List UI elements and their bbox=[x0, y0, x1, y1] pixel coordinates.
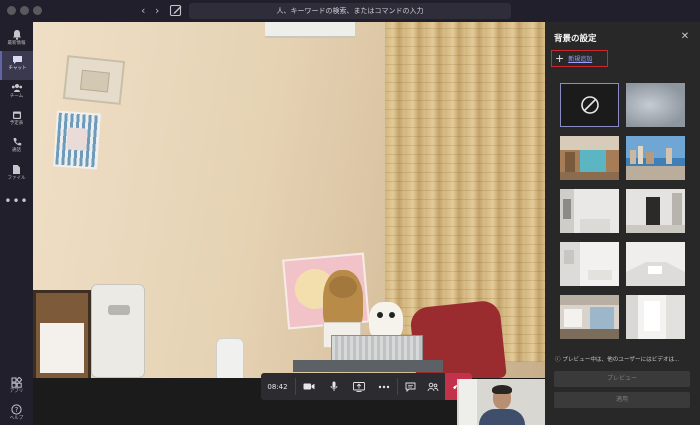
microphone-icon bbox=[330, 381, 338, 391]
divider bbox=[397, 378, 398, 395]
self-view-person bbox=[479, 409, 525, 425]
bell-icon bbox=[12, 30, 21, 40]
show-participants-button[interactable] bbox=[422, 373, 444, 400]
minimize-window-button[interactable] bbox=[20, 6, 29, 15]
wall-switch bbox=[62, 55, 126, 105]
background-option-blur[interactable] bbox=[626, 83, 685, 127]
call-controls: 08:42 bbox=[261, 373, 472, 400]
background-option-city-skyline[interactable] bbox=[626, 136, 685, 180]
title-bar: ‹ › 人、キーワードの検索、またはコマンドの入力 bbox=[0, 0, 700, 22]
rail-label: アプリ bbox=[9, 389, 24, 394]
more-options-button[interactable] bbox=[372, 373, 396, 400]
share-screen-icon bbox=[353, 381, 365, 392]
phone-icon bbox=[13, 138, 21, 146]
forward-arrow-icon[interactable]: › bbox=[155, 3, 159, 19]
call-timer: 08:42 bbox=[267, 382, 288, 391]
bright-hallway-thumbnail bbox=[626, 295, 685, 339]
divider bbox=[295, 378, 296, 395]
show-conversation-button[interactable] bbox=[399, 373, 421, 400]
more-icon bbox=[378, 385, 390, 388]
picture-frame bbox=[33, 290, 91, 382]
dark-doorway-thumbnail bbox=[626, 189, 685, 233]
white-interior-thumbnail bbox=[560, 242, 619, 286]
rail-label: 予定表 bbox=[9, 121, 24, 126]
background-option-white-room[interactable] bbox=[560, 189, 619, 233]
chat-icon bbox=[405, 382, 415, 392]
rail-label: ファイル bbox=[7, 176, 26, 181]
rail-item-activity[interactable]: 最新情報 bbox=[0, 25, 33, 54]
preview-notice: ⓘ プレビュー中は、他のユーザーにはビデオは... bbox=[555, 357, 680, 363]
rail-label: 通話 bbox=[12, 148, 21, 153]
more-apps-icon[interactable]: ••• bbox=[0, 194, 33, 208]
rail-label: ヘルプ bbox=[9, 416, 24, 421]
svg-text:?: ? bbox=[15, 406, 19, 414]
participants-icon bbox=[427, 382, 439, 391]
teams-icon bbox=[11, 84, 22, 92]
search-input[interactable]: 人、キーワードの検索、またはコマンドの入力 bbox=[189, 3, 511, 19]
white-room-thumbnail bbox=[560, 189, 619, 233]
camera-button[interactable] bbox=[297, 373, 321, 400]
rail-label: チャット bbox=[8, 66, 27, 71]
calendar-icon bbox=[12, 111, 21, 119]
rail-item-help[interactable]: ? ヘルプ bbox=[0, 400, 33, 425]
bottle bbox=[216, 338, 244, 382]
rail-item-teams[interactable]: チーム bbox=[0, 79, 33, 108]
background-settings-panel: 背景の設定 ✕ + 新規追加 ⓘ プレビュー中は、他のユーザーにはビデオは...… bbox=[545, 22, 700, 425]
background-option-white-interior[interactable] bbox=[560, 242, 619, 286]
add-new-label: 新規追加 bbox=[568, 56, 593, 63]
office-lobby-thumbnail bbox=[560, 136, 619, 180]
app-rail: 最新情報 チャット チーム 予定表 通話 ファイル ••• アプリ ? ヘルプ bbox=[0, 22, 33, 425]
rail-item-chat[interactable]: チャット bbox=[0, 51, 33, 80]
desk-lamp bbox=[91, 284, 145, 378]
apps-icon bbox=[11, 377, 22, 388]
video-feed: 08:42 bbox=[33, 22, 545, 425]
panel-title: 背景の設定 bbox=[554, 34, 597, 44]
plus-icon: + bbox=[555, 51, 565, 65]
maximize-window-button[interactable] bbox=[33, 6, 42, 15]
self-view-hair bbox=[492, 385, 512, 394]
share-screen-button[interactable] bbox=[347, 373, 371, 400]
white-studio-thumbnail bbox=[626, 242, 685, 286]
air-conditioner bbox=[265, 22, 355, 38]
background-option-office-lobby[interactable] bbox=[560, 136, 619, 180]
background-option-none[interactable] bbox=[560, 83, 619, 127]
microphone-button[interactable] bbox=[322, 373, 346, 400]
rail-label: 最新情報 bbox=[7, 41, 26, 46]
rail-item-apps[interactable]: アプリ bbox=[0, 373, 33, 402]
self-view-background bbox=[459, 379, 477, 425]
chat-icon bbox=[13, 56, 22, 64]
office-workspace-thumbnail bbox=[560, 295, 619, 339]
city-skyline-thumbnail bbox=[626, 136, 685, 180]
rail-item-calls[interactable]: 通話 bbox=[0, 133, 33, 162]
close-window-button[interactable] bbox=[7, 6, 16, 15]
wall-card bbox=[53, 110, 101, 170]
rail-item-calendar[interactable]: 予定表 bbox=[0, 106, 33, 135]
rail-label: チーム bbox=[9, 94, 24, 99]
video-icon bbox=[303, 383, 315, 390]
apply-button[interactable]: 適用 bbox=[554, 392, 690, 408]
teams-window: ‹ › 人、キーワードの検索、またはコマンドの入力 最新情報 チャット チーム … bbox=[0, 0, 700, 425]
no-background-icon bbox=[580, 96, 599, 114]
background-option-office-workspace[interactable] bbox=[560, 295, 619, 339]
add-new-background-button[interactable]: + 新規追加 bbox=[551, 50, 608, 67]
back-arrow-icon[interactable]: ‹ bbox=[141, 3, 145, 19]
close-icon[interactable]: ✕ bbox=[679, 31, 691, 43]
background-option-dark-doorway[interactable] bbox=[626, 189, 685, 233]
self-view-video[interactable] bbox=[457, 379, 545, 425]
rail-item-files[interactable]: ファイル bbox=[0, 160, 33, 189]
compose-icon[interactable] bbox=[169, 3, 183, 18]
help-icon: ? bbox=[11, 404, 22, 415]
background-option-white-studio[interactable] bbox=[626, 242, 685, 286]
preview-button[interactable]: プレビュー bbox=[554, 371, 690, 387]
file-icon bbox=[13, 165, 20, 174]
background-option-bright-hallway[interactable] bbox=[626, 295, 685, 339]
shelf bbox=[293, 360, 443, 372]
